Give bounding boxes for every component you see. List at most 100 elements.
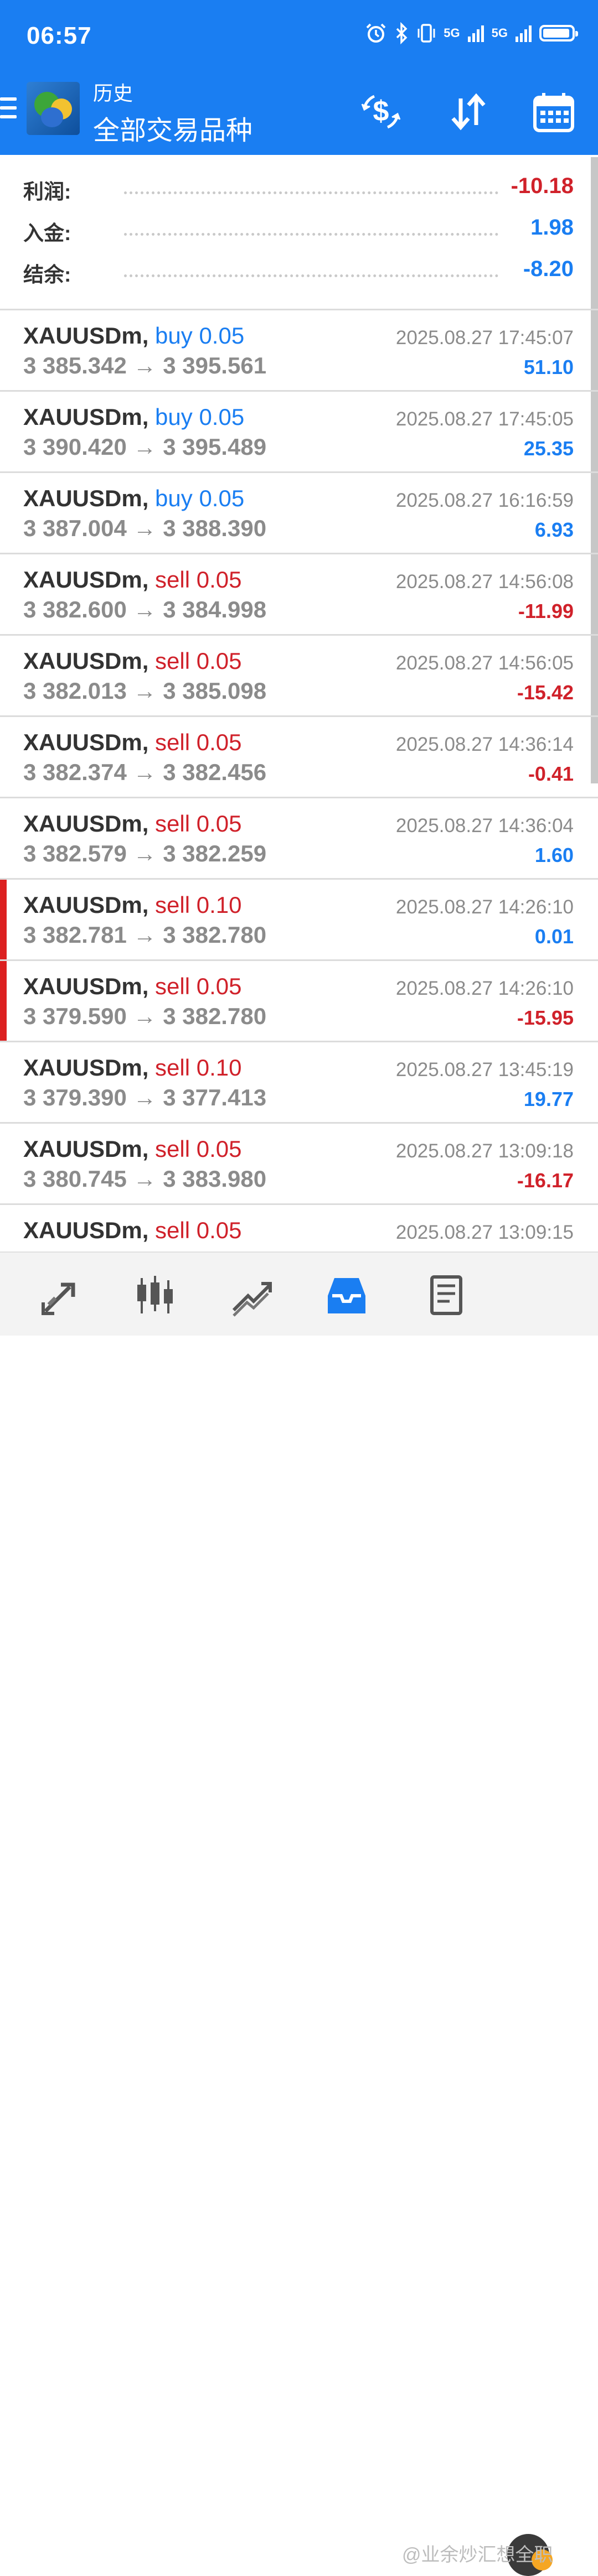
page-title[interactable]: 全部交易品种 [93,108,252,147]
trade-prices: 3 379.590 → 3 382.780 [23,1003,266,1030]
chart-candles-icon[interactable] [132,1273,178,1319]
trade-profit: -15.42 [517,681,574,704]
menu-icon[interactable] [0,97,17,124]
alarm-icon [366,23,386,43]
signal-bars-icon-1 [467,24,484,42]
trade-title: XAUUSDm, buy 0.05 [23,323,244,349]
trade-row[interactable]: XAUUSDm, sell 0.05 3 379.590 → 3 382.780… [0,961,598,1042]
calendar-icon[interactable] [530,89,577,135]
trade-history-list[interactable]: XAUUSDm, buy 0.05 3 385.342 → 3 395.561 … [0,310,598,1286]
arrow-right-icon: → [133,1166,157,1192]
arrow-right-icon: → [133,596,157,622]
arrow-right-icon: → [133,759,157,785]
page-subtitle: 历史 [93,82,133,105]
trade-prices: 3 390.420 → 3 395.489 [23,434,266,460]
trade-symbol: XAUUSDm, [23,973,149,999]
open-price: 3 385.342 [23,352,127,378]
sort-icon[interactable] [445,89,492,135]
trade-title: XAUUSDm, sell 0.05 [23,729,242,756]
trade-symbol: XAUUSDm, [23,567,149,593]
arrow-right-icon: → [133,678,157,704]
trade-side: sell [155,648,190,674]
trade-prices: 3 382.600 → 3 384.998 [23,596,266,623]
trade-symbol: XAUUSDm, [23,485,149,511]
trade-symbol: XAUUSDm, [23,892,149,918]
close-price: 3 382.780 [163,1003,267,1029]
status-bar: 06:57 5G 5G [0,0,598,75]
selection-marker [0,961,7,1041]
trade-volume: 0.05 [196,729,242,755]
trade-prices: 3 382.013 → 3 385.098 [23,678,266,704]
summary-balance-row: 结余: -8.20 [0,249,598,290]
network-label-1: 5G [444,26,460,40]
close-price: 3 382.780 [163,922,267,948]
trade-icon[interactable] [228,1273,275,1319]
trade-time: 2025.08.27 14:56:05 [395,652,574,674]
trade-prices: 3 387.004 → 3 388.390 [23,515,266,542]
trade-row[interactable]: XAUUSDm, sell 0.10 3 382.781 → 3 382.780… [0,880,598,961]
trade-side: sell [155,1136,190,1162]
clock: 06:57 [27,22,92,49]
journal-icon[interactable] [421,1273,467,1319]
trade-volume: 0.05 [196,648,242,674]
app-logo[interactable] [27,82,80,135]
trade-row[interactable]: XAUUSDm, sell 0.10 3 379.390 → 3 377.413… [0,1042,598,1124]
trade-side: sell [155,729,190,755]
trade-title: XAUUSDm, sell 0.05 [23,648,242,674]
trade-profit: 19.77 [523,1088,574,1110]
trade-symbol: XAUUSDm, [23,648,149,674]
open-price: 3 382.013 [23,678,127,704]
trade-row[interactable]: XAUUSDm, buy 0.05 3 390.420 → 3 395.489 … [0,392,598,473]
dotted-leader [124,233,498,236]
trade-row[interactable]: XAUUSDm, buy 0.05 3 387.004 → 3 388.390 … [0,473,598,554]
trade-profit: 51.10 [523,356,574,378]
arrow-right-icon: → [133,515,157,541]
trade-prices: 3 379.390 → 3 377.413 [23,1084,266,1111]
vibrate-icon [417,24,435,43]
app-header: 06:57 5G 5G 历史 全部交易品种 $ [0,0,598,155]
open-price: 3 382.600 [23,596,127,622]
trade-volume: 0.10 [196,892,242,918]
trade-side: sell [155,1217,190,1243]
trade-volume: 0.05 [196,1136,242,1162]
trade-symbol: XAUUSDm, [23,323,149,349]
trade-time: 2025.08.27 17:45:07 [395,327,574,349]
trade-profit: -16.17 [517,1169,574,1192]
trade-row[interactable]: XAUUSDm, sell 0.05 3 380.745 → 3 383.980… [0,1124,598,1205]
trade-time: 2025.08.27 17:45:05 [395,408,574,430]
battery-icon [539,25,578,41]
trade-profit: -0.41 [528,762,574,785]
trade-profit: 6.93 [534,518,574,541]
network-label-2: 5G [491,26,508,40]
bottom-navigation: @业余炒汇想全职 [0,1251,598,2576]
trade-profit: -15.95 [517,1006,574,1029]
trade-row[interactable]: XAUUSDm, sell 0.05 3 382.579 → 3 382.259… [0,798,598,880]
trade-profit: 0.01 [534,925,574,948]
trade-side: sell [155,1055,190,1081]
status-icons: 5G 5G [365,22,578,44]
trade-side: sell [155,811,190,837]
close-price: 3 377.413 [163,1084,267,1110]
profit-value: -10.18 [511,174,574,198]
trade-volume: 0.05 [196,1217,242,1243]
trade-profit: 1.60 [534,844,574,866]
quotes-icon[interactable] [38,1273,84,1319]
dotted-leader [124,191,498,194]
close-price: 3 395.561 [163,352,267,378]
trade-profit: -11.99 [518,600,574,622]
open-price: 3 387.004 [23,515,127,541]
trade-row[interactable]: XAUUSDm, sell 0.05 3 382.013 → 3 385.098… [0,636,598,717]
trade-symbol: XAUUSDm, [23,1217,149,1243]
trade-row[interactable]: XAUUSDm, sell 0.05 3 382.374 → 3 382.456… [0,717,598,798]
trade-side: buy [155,323,193,349]
summary-panel: 利润: -10.18 入金: 1.98 结余: -8.20 [0,166,598,290]
dollar-refresh-icon[interactable]: $ [358,89,404,135]
trade-symbol: XAUUSDm, [23,811,149,837]
arrow-right-icon: → [133,1084,157,1110]
trade-row[interactable]: XAUUSDm, buy 0.05 3 385.342 → 3 395.561 … [0,310,598,392]
history-icon[interactable] [323,1273,370,1319]
trade-row[interactable]: XAUUSDm, sell 0.05 3 382.600 → 3 384.998… [0,554,598,636]
open-price: 3 382.374 [23,759,127,785]
bluetooth-icon [396,22,408,44]
close-price: 3 384.998 [163,596,267,622]
